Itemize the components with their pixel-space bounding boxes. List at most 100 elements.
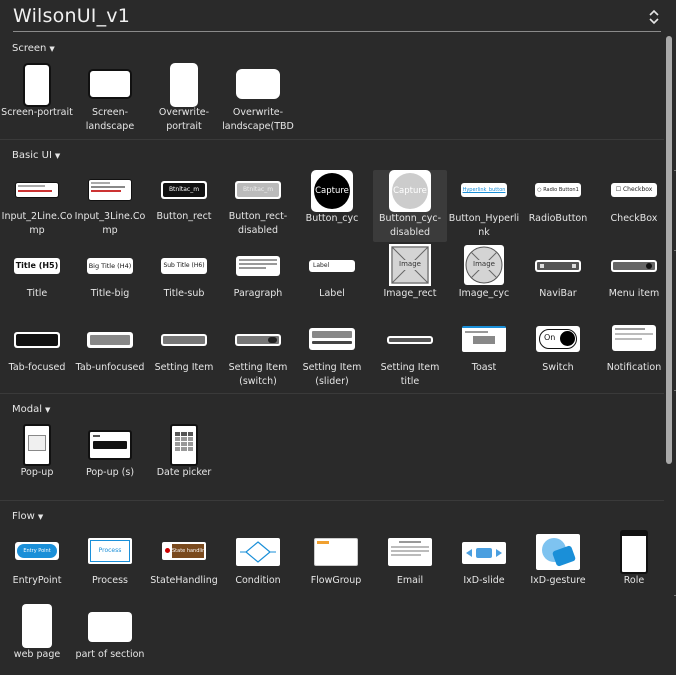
item-label: StateHandling xyxy=(150,575,218,586)
thumbnail xyxy=(309,328,355,350)
item-label: Email xyxy=(396,575,424,586)
library-item-setting-item-title[interactable]: Setting Item title xyxy=(373,320,447,392)
library-item-part-of-section[interactable]: part of section xyxy=(73,604,147,670)
item-label: Tab-focused xyxy=(8,362,66,373)
library-item-entrypoint[interactable]: Entry Point EntryPoint xyxy=(0,530,74,600)
item-label: Switch xyxy=(542,362,574,373)
library-item-screen-landscape[interactable]: Screen- landscape xyxy=(73,60,147,138)
caret-down-icon: ▼ xyxy=(54,152,61,160)
hand-gesture-icon xyxy=(536,534,580,570)
item-label: IxD-slide xyxy=(463,575,505,586)
item-label: Condition xyxy=(235,575,281,586)
section-screen-header[interactable]: Screen ▼ xyxy=(12,43,55,54)
library-item-image-cyc[interactable]: Image Image_cyc xyxy=(447,245,521,316)
library-item-image-rect[interactable]: Image Image_rect xyxy=(373,244,447,316)
library-item-date-picker[interactable]: Date picker xyxy=(147,422,221,492)
thumbnail xyxy=(236,69,280,99)
item-label: Button_Hyperli nk xyxy=(448,213,520,238)
thumbnail xyxy=(170,424,198,466)
library-item-overwrite-portrait[interactable]: Overwrite- portrait xyxy=(147,60,221,138)
thumbnail xyxy=(388,538,432,566)
thumbnail: Hyperlink_button xyxy=(461,183,507,197)
library-item-title-sub[interactable]: Sub Title (H6) Title-sub xyxy=(147,246,221,316)
thumbnail: Btnltac_m xyxy=(161,181,207,199)
section-flow-header[interactable]: Flow ▼ xyxy=(12,511,43,522)
library-item-setting-item-slider[interactable]: Setting Item (slider) xyxy=(295,320,369,392)
library-item-role[interactable]: Role xyxy=(597,530,671,600)
section-basic-ui-header[interactable]: Basic UI ▼ xyxy=(12,150,60,161)
library-item-statehandling[interactable]: State handling StateHandling xyxy=(147,530,221,600)
library-item-setting-item-switch[interactable]: Setting Item (switch) xyxy=(221,320,295,392)
library-item-paragraph[interactable]: Paragraph xyxy=(221,246,295,316)
library-item-flowgroup[interactable]: FlowGroup xyxy=(299,530,373,600)
library-item-ixd-gesture[interactable]: IxD-gesture xyxy=(521,530,595,600)
library-item-button-cyc[interactable]: Capture Button_cyc xyxy=(295,170,369,242)
item-label: Screen-portrait xyxy=(1,107,73,118)
library-item-button-rect[interactable]: Btnltac_m Button_rect xyxy=(147,170,221,242)
thumbnail xyxy=(88,179,132,201)
item-label: Label xyxy=(319,288,345,299)
item-label: RadioButton xyxy=(528,213,588,224)
library-item-button-rect-disabled[interactable]: Btnltac_m Button_rect- disabled xyxy=(221,170,295,242)
thumbnail: Big Title (H4) xyxy=(87,258,133,274)
section-modal-header[interactable]: Modal ▼ xyxy=(12,404,50,415)
thumbnail xyxy=(14,332,60,348)
item-label: CheckBox xyxy=(610,213,658,224)
thumbnail: State handling xyxy=(162,542,206,560)
item-label: Input_2Line.Co mp xyxy=(1,211,73,236)
library-item-title[interactable]: Title (H5) Title xyxy=(0,246,74,316)
library-item-overwrite-landscape[interactable]: Overwrite- landscape(TBD xyxy=(221,60,295,138)
scrollbar-thumb[interactable] xyxy=(666,36,672,464)
item-label: web page xyxy=(13,649,61,660)
library-item-switch[interactable]: On Switch xyxy=(521,320,595,392)
library-title: WilsonUI_v1 xyxy=(13,5,131,27)
item-label: Buttonn_cyc- disabled xyxy=(378,213,442,238)
item-label: Paragraph xyxy=(233,288,283,299)
thumbnail: Sub Title (H6) xyxy=(161,258,207,274)
item-label: EntryPoint xyxy=(12,575,62,586)
item-label: IxD-gesture xyxy=(530,575,586,586)
thumbnail xyxy=(87,332,133,348)
library-item-setting-item[interactable]: Setting Item xyxy=(147,320,221,392)
library-item-input-2line[interactable]: Input_2Line.Co mp xyxy=(0,170,74,242)
library-item-notification[interactable]: Notification xyxy=(597,320,671,392)
condition-diamond-icon xyxy=(236,538,280,566)
item-label: part of section xyxy=(75,649,145,660)
library-item-web-page[interactable]: web page xyxy=(0,604,74,670)
library-item-button-cyc-disabled[interactable]: Capture Buttonn_cyc- disabled xyxy=(373,170,447,242)
item-label: Toast xyxy=(471,362,497,373)
library-item-toast[interactable]: Toast xyxy=(447,320,521,392)
item-label: Pop-up (s) xyxy=(85,467,135,478)
thumbnail xyxy=(22,604,52,648)
thumbnail xyxy=(23,63,51,107)
library-item-process[interactable]: Process Process xyxy=(73,530,147,600)
library-item-input-3line[interactable]: Input_3Line.Co mp xyxy=(73,170,147,242)
library-item-button-hyperlink[interactable]: Hyperlink_button Button_Hyperli nk xyxy=(447,170,521,242)
library-item-menu-item[interactable]: Menu item xyxy=(597,246,671,316)
item-label: Overwrite- portrait xyxy=(158,107,210,132)
library-item-screen-portrait[interactable]: Screen-portrait xyxy=(0,60,74,138)
item-label: Button_rect- disabled xyxy=(228,211,288,236)
item-label: Process xyxy=(91,575,129,586)
library-item-tab-unfocused[interactable]: Tab-unfocused xyxy=(73,320,147,392)
item-label: Screen- landscape xyxy=(85,107,135,132)
library-item-popup-s[interactable]: Pop-up (s) xyxy=(73,422,147,492)
item-label: Tab-unfocused xyxy=(75,362,145,373)
library-item-navibar[interactable]: NaviBar xyxy=(521,246,595,316)
library-item-popup[interactable]: Pop-up xyxy=(0,422,74,492)
thumbnail xyxy=(236,256,280,276)
library-item-condition[interactable]: Condition xyxy=(221,530,295,600)
thumbnail: Btnltac_m xyxy=(235,181,281,199)
library-item-title-big[interactable]: Big Title (H4) Title-big xyxy=(73,246,147,316)
thumbnail xyxy=(235,334,281,346)
library-item-label[interactable]: Label Label xyxy=(295,246,369,316)
library-item-checkbox[interactable]: ☐ Checkbox CheckBox xyxy=(597,170,671,242)
caret-down-icon: ▼ xyxy=(45,406,51,414)
library-item-radiobutton[interactable]: ○ Radio Button1 RadioButton xyxy=(521,170,595,242)
library-item-ixd-slide[interactable]: IxD-slide xyxy=(447,530,521,600)
thumbnail xyxy=(15,182,59,198)
library-item-tab-focused[interactable]: Tab-focused xyxy=(0,320,74,392)
updown-chevron-icon[interactable] xyxy=(647,7,661,27)
library-item-email[interactable]: Email xyxy=(373,530,447,600)
thumbnail: ☐ Checkbox xyxy=(611,183,657,197)
